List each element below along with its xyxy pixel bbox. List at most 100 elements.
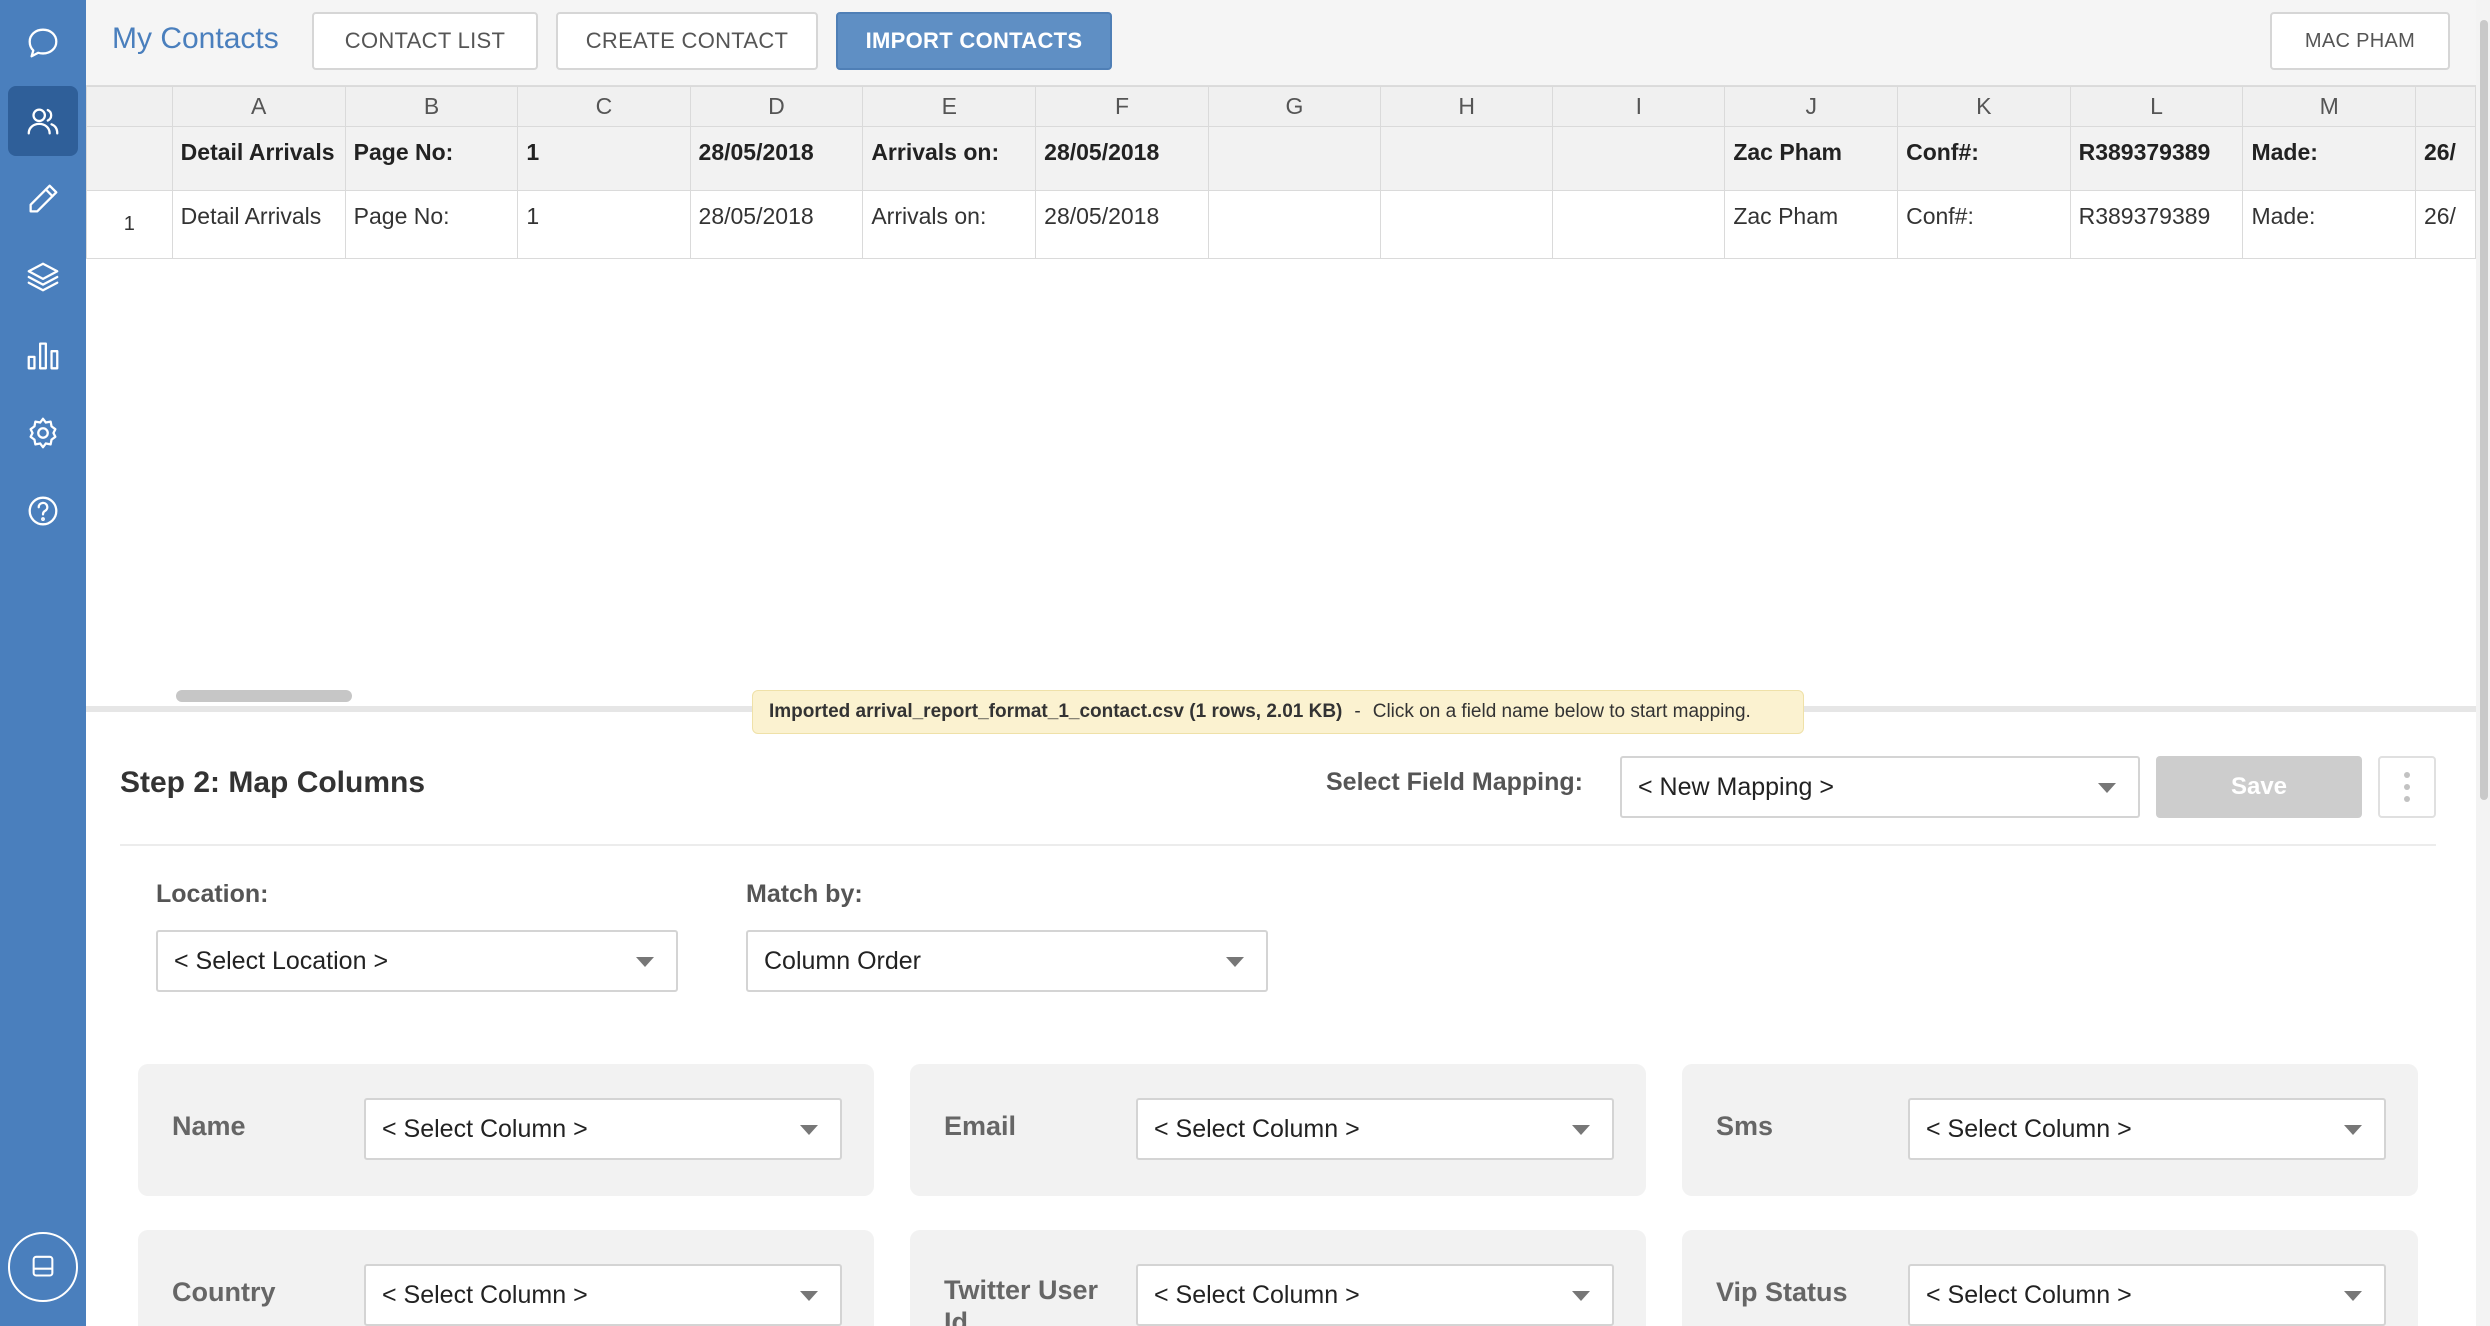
column-header[interactable]: H [1380,86,1554,127]
column-header[interactable]: E [862,86,1037,127]
chevron-down-icon [1226,957,1244,967]
column-header[interactable]: B [344,86,519,127]
match-by-label: Match by: [746,880,863,908]
top-bar: My Contacts CONTACT LIST CREATE CONTACT … [86,0,2490,86]
chevron-down-icon [2098,783,2116,793]
help-icon[interactable] [8,476,78,546]
column-header[interactable]: F [1035,86,1209,127]
user-menu-button[interactable]: MAC PHAM [2270,12,2450,70]
table-cell[interactable]: Detail Arrivals [171,190,346,259]
chart-icon[interactable] [8,320,78,390]
column-select-twitter[interactable]: < Select Column > [1136,1264,1614,1326]
save-button[interactable]: Save [2156,756,2362,818]
column-header[interactable]: C [517,86,691,127]
column-header[interactable]: I [1552,86,1726,127]
table-cell[interactable] [1380,190,1554,259]
header-cell[interactable]: Page No: [344,126,519,191]
header-cell[interactable]: Made: [2242,126,2416,191]
table-cell[interactable]: Made: [2242,190,2416,259]
header-cell[interactable] [1380,126,1554,191]
pencil-icon[interactable] [8,164,78,234]
column-select-email[interactable]: < Select Column > [1136,1098,1614,1160]
match-by-select[interactable]: Column Order [746,930,1268,992]
messenger-icon[interactable] [8,1232,78,1302]
column-select-sms[interactable]: < Select Column > [1908,1098,2386,1160]
gear-icon[interactable] [8,398,78,468]
field-label-email[interactable]: Email [944,1110,1124,1142]
table-cell[interactable]: 28/05/2018 [1035,190,1209,259]
table-cell[interactable] [1552,190,1726,259]
table-cell[interactable]: 26/ [2414,190,2476,259]
field-label-sms[interactable]: Sms [1716,1110,1896,1142]
chevron-down-icon [2344,1125,2362,1135]
location-label: Location: [156,880,269,908]
header-cell[interactable]: Zac Pham [1724,126,1899,191]
field-label-name[interactable]: Name [172,1110,352,1142]
column-select-name[interactable]: < Select Column > [364,1098,842,1160]
table-cell[interactable]: R389379389 [2069,190,2244,259]
create-contact-button[interactable]: CREATE CONTACT [556,12,818,70]
column-header[interactable]: D [689,86,864,127]
table-cell[interactable] [1207,190,1382,259]
chevron-down-icon [1572,1125,1590,1135]
table-cell[interactable]: Zac Pham [1724,190,1899,259]
field-mapping-select[interactable]: < New Mapping > [1620,756,2140,818]
contact-list-button[interactable]: CONTACT LIST [312,12,538,70]
field-mapping-value: < New Mapping > [1638,772,1834,801]
import-status-toast: Imported arrival_report_format_1_contact… [752,690,1804,734]
field-card-twitter: Twitter User Id < Select Column > [910,1230,1646,1326]
table-cell[interactable]: 28/05/2018 [689,190,864,259]
header-cell[interactable]: 1 [517,126,691,191]
column-header[interactable]: A [171,86,346,127]
panel-divider [120,844,2436,846]
column-header[interactable]: K [1897,86,2071,127]
column-select-country[interactable]: < Select Column > [364,1264,842,1326]
header-cell[interactable]: R389379389 [2069,126,2244,191]
header-cell[interactable] [1207,126,1382,191]
more-options-button[interactable] [2378,756,2436,818]
field-label-twitter[interactable]: Twitter User Id [944,1274,1124,1326]
field-card-vip-status: Vip Status < Select Column > [1682,1230,2418,1326]
import-contacts-button[interactable]: IMPORT CONTACTS [836,12,1112,70]
column-select-value: < Select Column > [382,1114,588,1143]
chevron-down-icon [800,1125,818,1135]
vertical-scroll-thumb[interactable] [2480,20,2488,800]
layers-icon[interactable] [8,242,78,312]
chevron-down-icon [1572,1291,1590,1301]
field-card-name: Name < Select Column > [138,1064,874,1196]
map-columns-panel: Step 2: Map Columns Select Field Mapping… [86,712,2476,1326]
column-select-value: < Select Column > [382,1280,588,1309]
page-title: My Contacts [112,22,279,55]
chevron-down-icon [636,957,654,967]
table-cell[interactable]: Arrivals on: [862,190,1037,259]
field-card-email: Email < Select Column > [910,1064,1646,1196]
column-select-vip-status[interactable]: < Select Column > [1908,1264,2386,1326]
chat-icon[interactable] [8,8,78,78]
header-cell[interactable] [1552,126,1726,191]
location-select[interactable]: < Select Location > [156,930,678,992]
toast-separator: - [1354,701,1361,722]
header-cell[interactable]: Conf#: [1897,126,2071,191]
dot-icon [2404,796,2410,802]
column-header[interactable]: J [1724,86,1899,127]
header-cell[interactable]: Arrivals on: [862,126,1037,191]
column-header[interactable]: L [2069,86,2244,127]
table-cell[interactable]: Conf#: [1897,190,2071,259]
header-cell[interactable]: 26/ [2414,126,2476,191]
header-cell[interactable]: 28/05/2018 [689,126,864,191]
vertical-scrollbar[interactable] [2476,0,2490,820]
row-number [86,126,173,191]
field-label-vip-status[interactable]: Vip Status [1716,1276,1896,1308]
chevron-down-icon [2344,1291,2362,1301]
table-cell[interactable]: Page No: [344,190,519,259]
horizontal-scroll-thumb[interactable] [176,690,352,702]
step-title: Step 2: Map Columns [120,766,426,799]
field-label-country[interactable]: Country [172,1276,352,1308]
header-cell[interactable]: Detail Arrivals [171,126,346,191]
column-header[interactable]: M [2242,86,2416,127]
table-cell[interactable]: 1 [517,190,691,259]
column-header[interactable]: G [1207,86,1382,127]
header-cell[interactable]: 28/05/2018 [1035,126,1209,191]
contacts-icon[interactable] [8,86,78,156]
import-hint: Click on a field name below to start map… [1372,701,1751,722]
